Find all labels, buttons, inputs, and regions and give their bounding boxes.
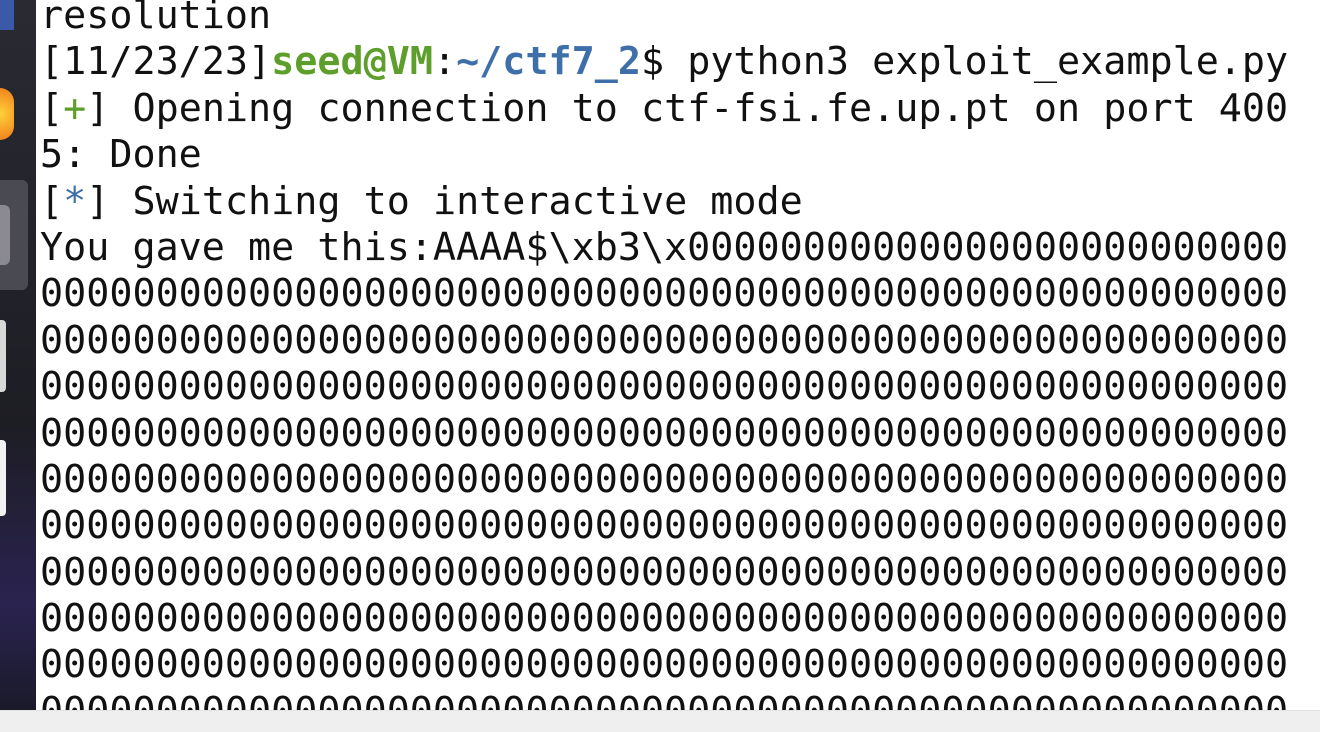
- done-line: 5: Done: [40, 132, 202, 178]
- terminal-window[interactable]: resolution [11/23/23]seed@VM:~/ctf7_2$ p…: [36, 0, 1320, 710]
- switching-text: Switching to interactive mode: [132, 178, 803, 224]
- zero-line: 0000000000000000000000000000000000000000…: [40, 364, 1289, 410]
- prompt-command: python3 exploit_example.py: [687, 39, 1289, 85]
- zero-line: 0000000000000000000000000000000000000000…: [40, 642, 1289, 688]
- output-line: You gave me this:AAAA$\xb3\x000000000000…: [40, 224, 1289, 270]
- zero-line: 0000000000000000000000000000000000000000…: [40, 549, 1289, 595]
- bracket: [: [40, 85, 64, 131]
- opening-text: Opening connection to ctf-fsi.fe.up.pt o…: [132, 85, 1289, 131]
- files-icon[interactable]: [0, 205, 10, 265]
- bracket: ]: [86, 85, 133, 131]
- prompt-colon: :: [432, 39, 457, 85]
- terminal-output: resolution [11/23/23]seed@VM:~/ctf7_2$ p…: [40, 0, 1288, 710]
- dock-sidebar: [0, 0, 36, 710]
- zero-line: 0000000000000000000000000000000000000000…: [40, 596, 1289, 642]
- prompt-user-host: seed@VM: [271, 39, 433, 85]
- firefox-icon[interactable]: [0, 88, 14, 140]
- prompt-line: [11/23/23]seed@VM:~/ctf7_2$ python3 expl…: [40, 39, 1288, 85]
- terminal-line: resolution: [40, 0, 272, 38]
- prompt-path: ~/ctf7_2: [456, 39, 641, 85]
- bracket: ]: [86, 178, 133, 224]
- zero-line: 0000000000000000000000000000000000000000…: [40, 317, 1289, 363]
- zero-line: 0000000000000000000000000000000000000000…: [40, 271, 1289, 317]
- text-editor-icon[interactable]: [0, 320, 6, 392]
- bracket: [: [40, 178, 64, 224]
- plus-mark: +: [63, 85, 87, 131]
- terminal-icon[interactable]: [0, 440, 6, 516]
- zero-line: 0000000000000000000000000000000000000000…: [40, 503, 1289, 549]
- prompt-date: [11/23/23]: [40, 39, 272, 85]
- zero-line: 0000000000000000000000000000000000000000…: [40, 689, 1288, 710]
- star-mark: *: [63, 178, 87, 224]
- zero-line: 0000000000000000000000000000000000000000…: [40, 410, 1289, 456]
- switching-line: [*] Switching to interactive mode: [40, 179, 1288, 225]
- prompt-dollar: $: [640, 39, 688, 85]
- zero-line: 0000000000000000000000000000000000000000…: [40, 456, 1289, 502]
- app-icon[interactable]: [0, 0, 14, 30]
- opening-line: [+] Opening connection to ctf-fsi.fe.up.…: [40, 86, 1288, 132]
- bottom-bar: [0, 710, 1320, 732]
